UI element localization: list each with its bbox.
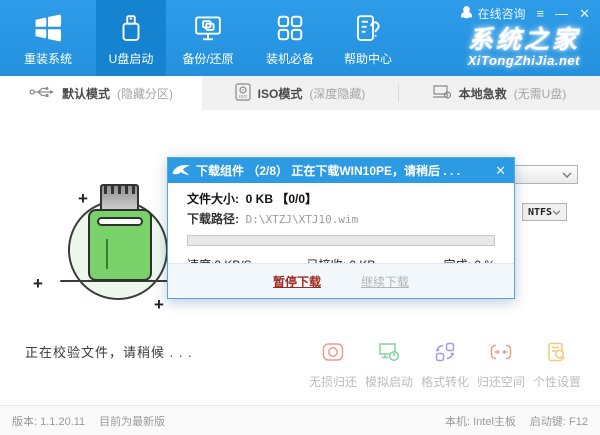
tab-sublabel: (无需U盘) [514,85,567,102]
tool-custom-settings[interactable]: 个性设置 [529,341,585,390]
tab-local-rescue[interactable]: 本地急救 (无需U盘) [398,76,600,110]
dialog-title-text: 下载组件 （2/8） 正在下载WIN10PE，请稍后 . . . [196,162,460,179]
nav-label: 重装系统 [24,50,72,67]
tool-label: 个性设置 [533,373,581,390]
header: 重装系统 U盘启动 备份/还原 装机必备 [0,0,600,76]
nav-label: 装机必备 [266,50,314,67]
tool-label: 归还空间 [477,373,525,390]
nav-item-reinstall-system[interactable]: 重装系统 [0,0,96,76]
backup-restore-icon [193,13,223,43]
brand-title: 系统之家 [468,27,580,53]
minimize-button[interactable]: — [555,7,568,20]
help-doc-icon [353,13,383,43]
nav-item-essential-apps[interactable]: 装机必备 [250,0,330,76]
resume-download-button[interactable]: 继续下载 [361,273,409,290]
dialog-body: 文件大小: 0 KB 【0/0】 下载路径: D:\XTZJ\XTJ10.wim… [168,183,514,264]
filesystem-select-dropdown[interactable]: NTFS [522,203,567,221]
bottom-toolbar: 无损归还 模拟启动 格式转化 归还空间 [305,341,585,390]
dialog-close-icon[interactable]: ✕ [495,163,506,179]
pause-download-button[interactable]: 暂停下载 [273,273,321,290]
plus-decoration: + [33,275,43,292]
lossless-return-icon [321,341,345,368]
path-label: 下载路径: [187,212,239,226]
tab-label: ISO模式 [258,85,303,102]
nav-label: U盘启动 [109,50,154,67]
tab-sublabel: (隐藏分区) [117,85,173,102]
tab-label: 本地急救 [459,85,507,102]
machine-info-text: 本机: Intel主板 [445,413,516,429]
path-value: D:\XTZJ\XTJ10.wim [246,213,359,226]
tool-simulate-boot[interactable]: 模拟启动 [361,341,417,390]
app-window: 重装系统 U盘启动 备份/还原 装机必备 [0,0,600,435]
nav-label: 帮助中心 [344,50,392,67]
header-controls: 在线咨询 ≡ — ✕ [460,5,590,22]
usb-drive-icon [116,13,146,43]
tab-label: 默认模式 [62,85,110,102]
brand-subtitle: XiTongZhiJia.net [468,53,580,68]
dialog-titlebar[interactable]: 下载组件 （2/8） 正在下载WIN10PE，请稍后 . . . ✕ [168,158,514,183]
usb-illustration-slot [97,217,143,226]
checking-status-text: 正在校验文件，请稍候 . . . [25,342,193,361]
close-button[interactable]: ✕ [579,7,590,20]
tab-divider [398,84,399,102]
tool-label: 无损归还 [309,373,357,390]
qq-icon [460,5,473,22]
reclaim-space-icon [489,341,513,368]
nav-item-backup-restore[interactable]: 备份/还原 [166,0,250,76]
tool-format-convert[interactable]: 格式转化 [417,341,473,390]
online-service-link[interactable]: 在线咨询 [460,5,525,22]
nav-item-help-center[interactable]: 帮助中心 [330,0,406,76]
mode-tabs: 默认模式 (隐藏分区) ISO ISO模式 (深度隐藏) 本地急救 (无需U盘) [0,76,600,110]
format-convert-icon [433,341,457,368]
menu-button[interactable]: ≡ [537,7,545,20]
main-nav: 重装系统 U盘启动 备份/还原 装机必备 [0,0,406,76]
download-dialog: 下载组件 （2/8） 正在下载WIN10PE，请稍后 . . . ✕ 文件大小:… [167,157,515,299]
filesystem-value: NTFS [528,207,552,218]
bird-icon [172,162,196,180]
windows-logo-icon [33,13,63,43]
download-path-row: 下载路径: D:\XTZJ\XTJ10.wim [187,210,495,227]
svg-text:ISO: ISO [239,94,247,99]
chevron-down-icon [552,210,561,215]
tool-label: 格式转化 [421,373,469,390]
usb-illustration-connector [100,184,139,211]
plus-decoration: + [154,296,164,313]
nav-label: 备份/还原 [182,50,233,67]
usb-illustration-seam [106,239,108,269]
download-progress-bar [187,235,495,246]
chevron-down-icon [562,172,572,178]
boot-key-text: 启动键: F12 [530,413,588,429]
file-size-value: 0 KB 【0/0】 [246,192,317,206]
tab-sublabel: (深度隐藏) [309,85,365,102]
usb-illustration-body [88,209,152,281]
iso-file-icon: ISO [235,83,251,104]
file-size-label: 文件大小: [187,192,239,206]
version-text: 版本: 1.1.20.11 [12,413,85,429]
custom-settings-icon [545,341,569,368]
plus-decoration: + [78,190,88,207]
tool-lossless-return[interactable]: 无损归还 [305,341,361,390]
file-size-row: 文件大小: 0 KB 【0/0】 [187,190,495,207]
latest-version-text: 目前为最新版 [99,413,165,429]
status-bar: 版本: 1.1.20.11 目前为最新版 本机: Intel主板 启动键: F1… [0,405,600,435]
brand-logo: 系统之家 XiTongZhiJia.net [468,27,580,68]
tab-default-mode[interactable]: 默认模式 (隐藏分区) [0,76,202,110]
app-grid-icon [275,13,305,43]
nav-item-usb-boot[interactable]: U盘启动 [96,0,166,76]
online-service-label: 在线咨询 [477,5,525,22]
local-rescue-icon [432,84,452,103]
simulate-boot-icon [377,341,401,368]
tool-label: 模拟启动 [365,373,413,390]
tool-reclaim-space[interactable]: 归还空间 [473,341,529,390]
tab-iso-mode[interactable]: ISO ISO模式 (深度隐藏) [202,76,398,110]
usb-plug-icon [29,85,55,102]
dialog-footer: 暂停下载 继续下载 [168,263,514,298]
